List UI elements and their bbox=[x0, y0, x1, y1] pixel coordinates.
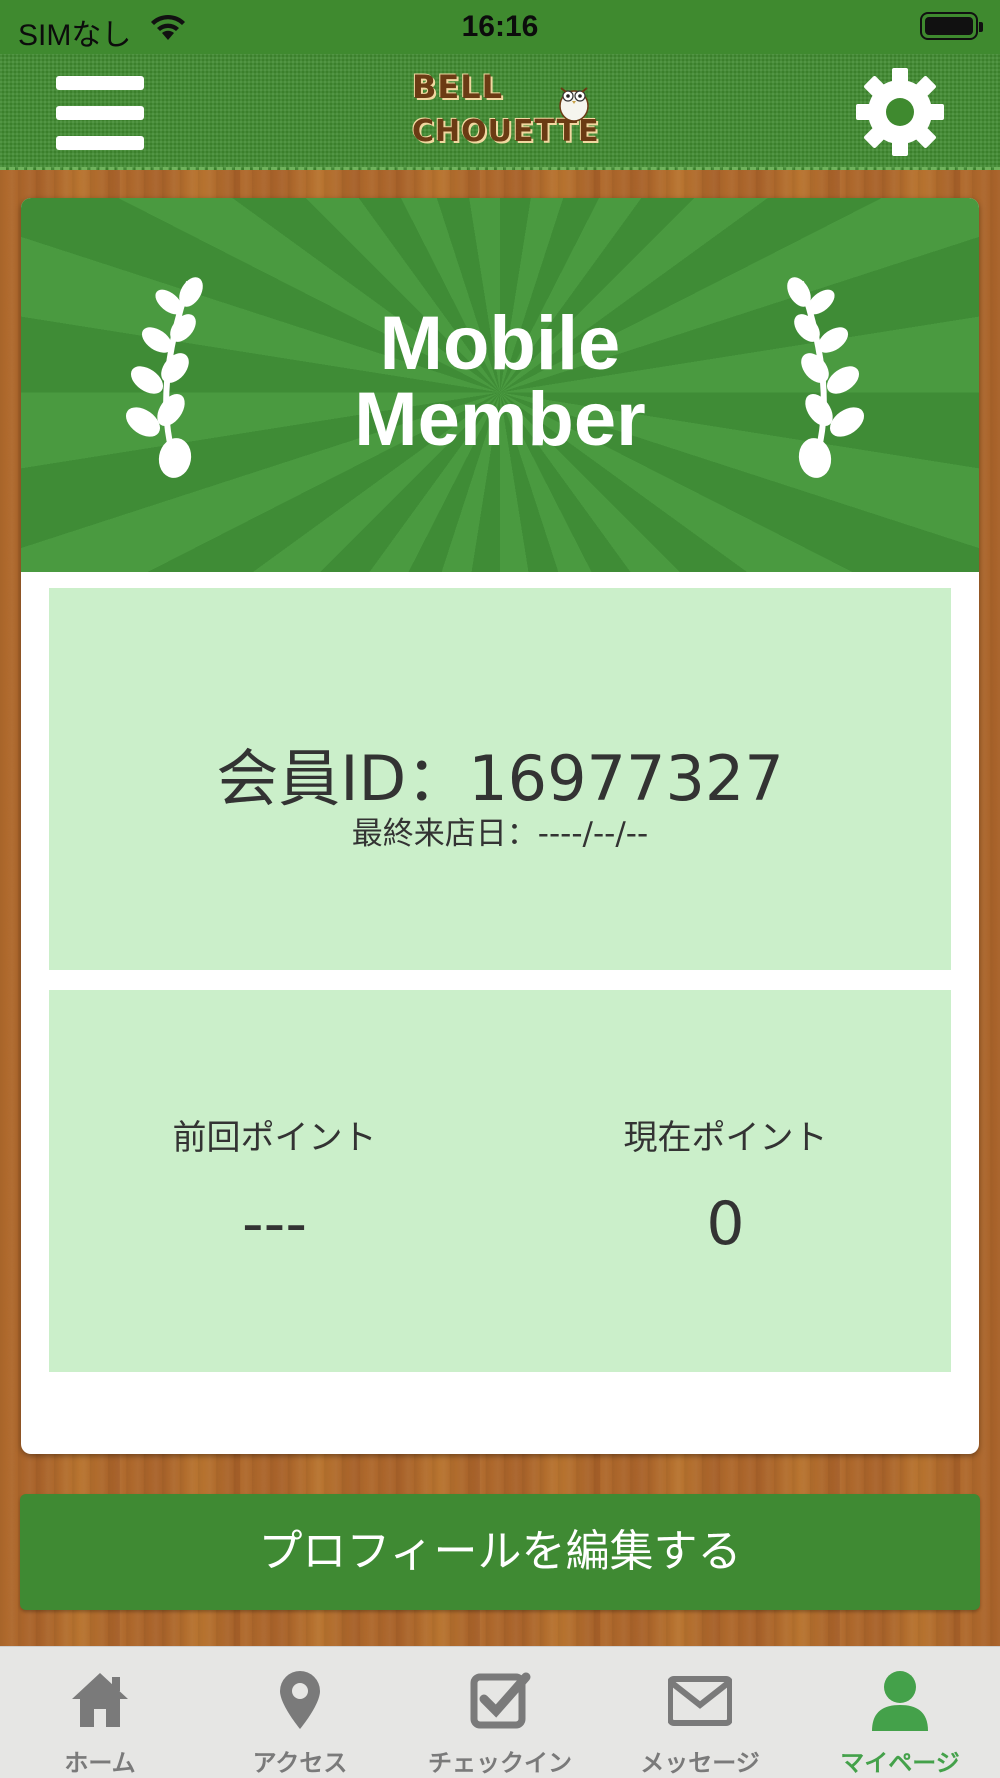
current-points: 現在ポイント 0 bbox=[500, 1110, 951, 1259]
tab-message-label: メッセージ bbox=[640, 1749, 760, 1777]
previous-points-label: 前回ポイント bbox=[172, 1118, 377, 1158]
member-card: Mobile Member 会員ID：16977327 最終来店日：----/-… bbox=[21, 198, 979, 1454]
tab-home-label: ホーム bbox=[64, 1749, 136, 1777]
previous-points: 前回ポイント --- bbox=[49, 1110, 500, 1259]
owl-icon bbox=[559, 87, 589, 122]
status-bar: SIMなし 16:16 bbox=[0, 0, 1000, 54]
gear-icon bbox=[856, 68, 944, 156]
previous-points-value: --- bbox=[242, 1189, 307, 1259]
card-title-line2: Member bbox=[354, 377, 646, 462]
tab-access[interactable]: アクセス bbox=[200, 1647, 400, 1778]
tab-mypage[interactable]: マイページ bbox=[800, 1647, 1000, 1778]
checkbox-icon bbox=[470, 1672, 531, 1729]
card-title-line1: Mobile bbox=[379, 301, 621, 386]
clock: 16:16 bbox=[461, 10, 539, 43]
tab-checkin-label: チェックイン bbox=[428, 1749, 572, 1777]
member-id: 会員ID：16977327 bbox=[216, 742, 784, 815]
top-nav: BELL CHOUETTE bbox=[0, 54, 1000, 170]
logo-text-line1: BELL bbox=[412, 68, 504, 106]
app-logo: BELL CHOUETTE bbox=[410, 62, 599, 162]
tab-message[interactable]: メッセージ bbox=[600, 1647, 800, 1778]
points-panel: 前回ポイント --- 現在ポイント 0 bbox=[49, 990, 951, 1372]
tab-bar: ホーム アクセス チェックイン メッセージ マイページ bbox=[0, 1646, 1000, 1778]
tab-home[interactable]: ホーム bbox=[0, 1647, 200, 1778]
member-id-panel: 会員ID：16977327 最終来店日：----/--/-- bbox=[49, 588, 951, 970]
laurel-right-icon bbox=[787, 277, 865, 478]
settings-button[interactable] bbox=[852, 64, 948, 160]
current-points-label: 現在ポイント bbox=[623, 1118, 828, 1158]
envelope-icon bbox=[668, 1676, 732, 1726]
tab-mypage-label: マイページ bbox=[840, 1749, 960, 1777]
menu-button[interactable] bbox=[56, 72, 148, 150]
last-visit-date: 最終来店日：----/--/-- bbox=[351, 816, 649, 852]
tab-access-label: アクセス bbox=[252, 1749, 348, 1777]
user-icon bbox=[872, 1671, 928, 1731]
card-header: Mobile Member bbox=[21, 198, 979, 572]
current-points-value: 0 bbox=[706, 1189, 745, 1259]
map-pin-icon bbox=[280, 1671, 320, 1729]
tab-checkin[interactable]: チェックイン bbox=[400, 1647, 600, 1778]
home-icon bbox=[72, 1673, 128, 1727]
edit-profile-button[interactable]: プロフィールを編集する bbox=[20, 1494, 980, 1610]
battery-icon bbox=[920, 12, 983, 40]
